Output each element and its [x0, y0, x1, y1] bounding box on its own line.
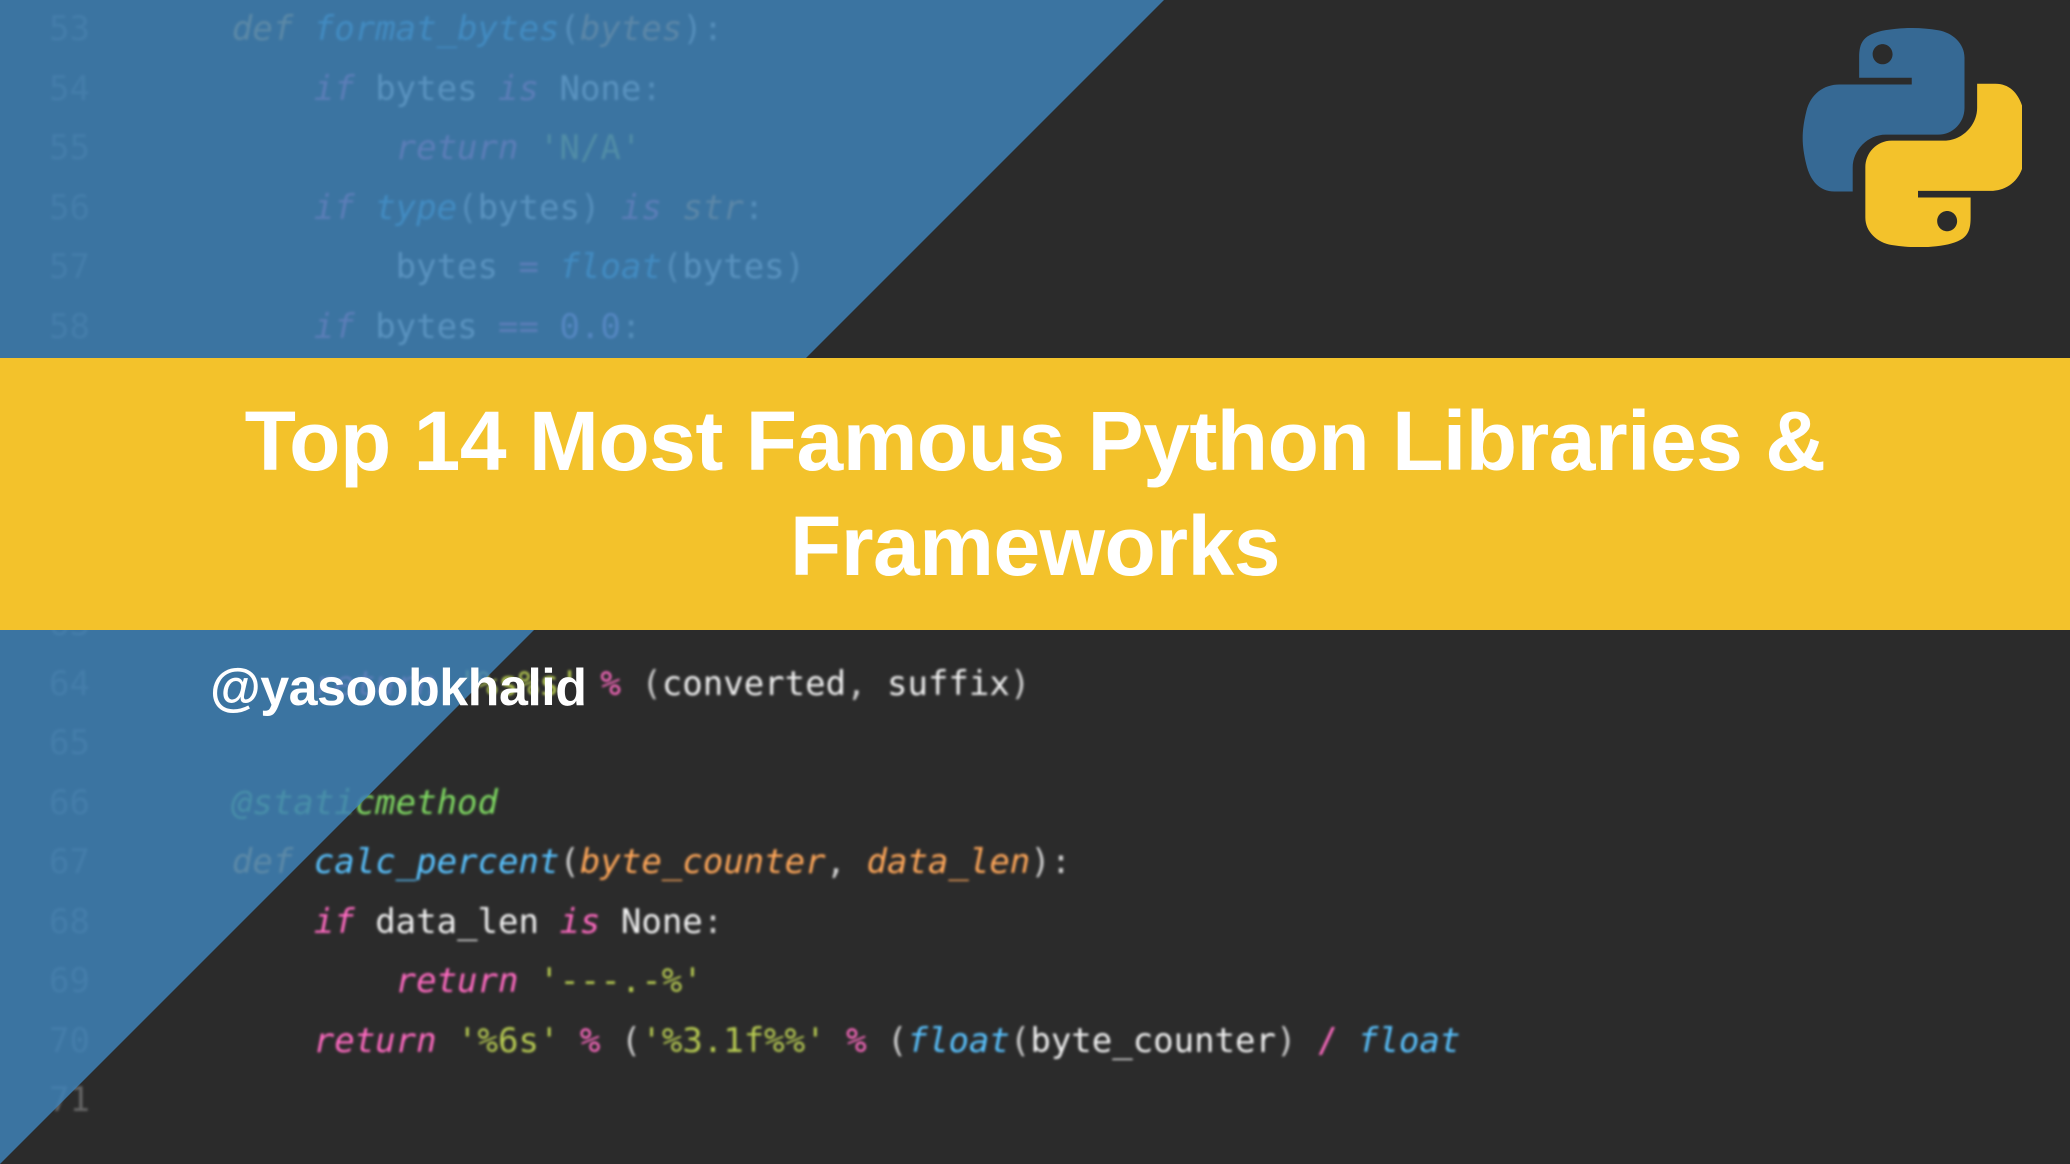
main-title: Top 14 Most Famous Python Libraries & Fr…	[80, 389, 1990, 599]
title-band: Top 14 Most Famous Python Libraries & Fr…	[0, 358, 2070, 630]
author-handle: @yasoobkhalid	[210, 658, 587, 718]
python-logo-icon	[1802, 28, 2022, 248]
